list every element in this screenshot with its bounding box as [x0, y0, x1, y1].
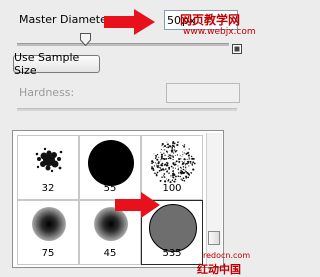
use-sample-size-label: Use Sample Size [14, 51, 80, 77]
watermark-top-url: www.webjx.com [183, 27, 256, 37]
brush-size-label: 75 [41, 248, 55, 259]
use-sample-size-button[interactable]: Use Sample Size [13, 51, 100, 77]
master-diameter-value: 50 [167, 14, 181, 27]
brush-preset-cell[interactable]: 100 [141, 135, 203, 200]
brush-preset-cell[interactable]: 75 [17, 200, 79, 265]
spatter-brush-icon [151, 141, 196, 184]
hardness-field [166, 83, 240, 103]
brush-preset-cell[interactable]: 55 [79, 135, 141, 200]
watermark-bottom-text: 红动中国 [197, 263, 241, 276]
page-icon[interactable] [232, 44, 242, 54]
watermark-top-text: 网页教学网 [180, 13, 241, 27]
master-diameter-slider-track[interactable] [17, 43, 229, 46]
scrollbar-thumb[interactable] [208, 231, 220, 245]
slider-thumb[interactable] [80, 33, 91, 46]
brush-size-label: 45 [103, 248, 117, 259]
soft-round-brush-icon [32, 207, 66, 241]
brush-size-label: 535 [162, 248, 182, 259]
brush-size-label: 32 [41, 183, 55, 194]
watermark-bottom-url: redocn.com [203, 251, 251, 260]
red-arrow-icon [115, 192, 160, 218]
hard-round-brush-icon [88, 140, 134, 186]
splatter-brush-icon [35, 147, 63, 173]
brush-preset-cell[interactable]: 32 [17, 135, 79, 200]
master-diameter-label: Master Diameter [19, 13, 112, 26]
hardness-slider-track [17, 108, 237, 111]
preset-scrollbar[interactable] [206, 133, 222, 265]
hardness-label: Hardness: [19, 86, 75, 99]
red-arrow-icon [104, 9, 155, 35]
